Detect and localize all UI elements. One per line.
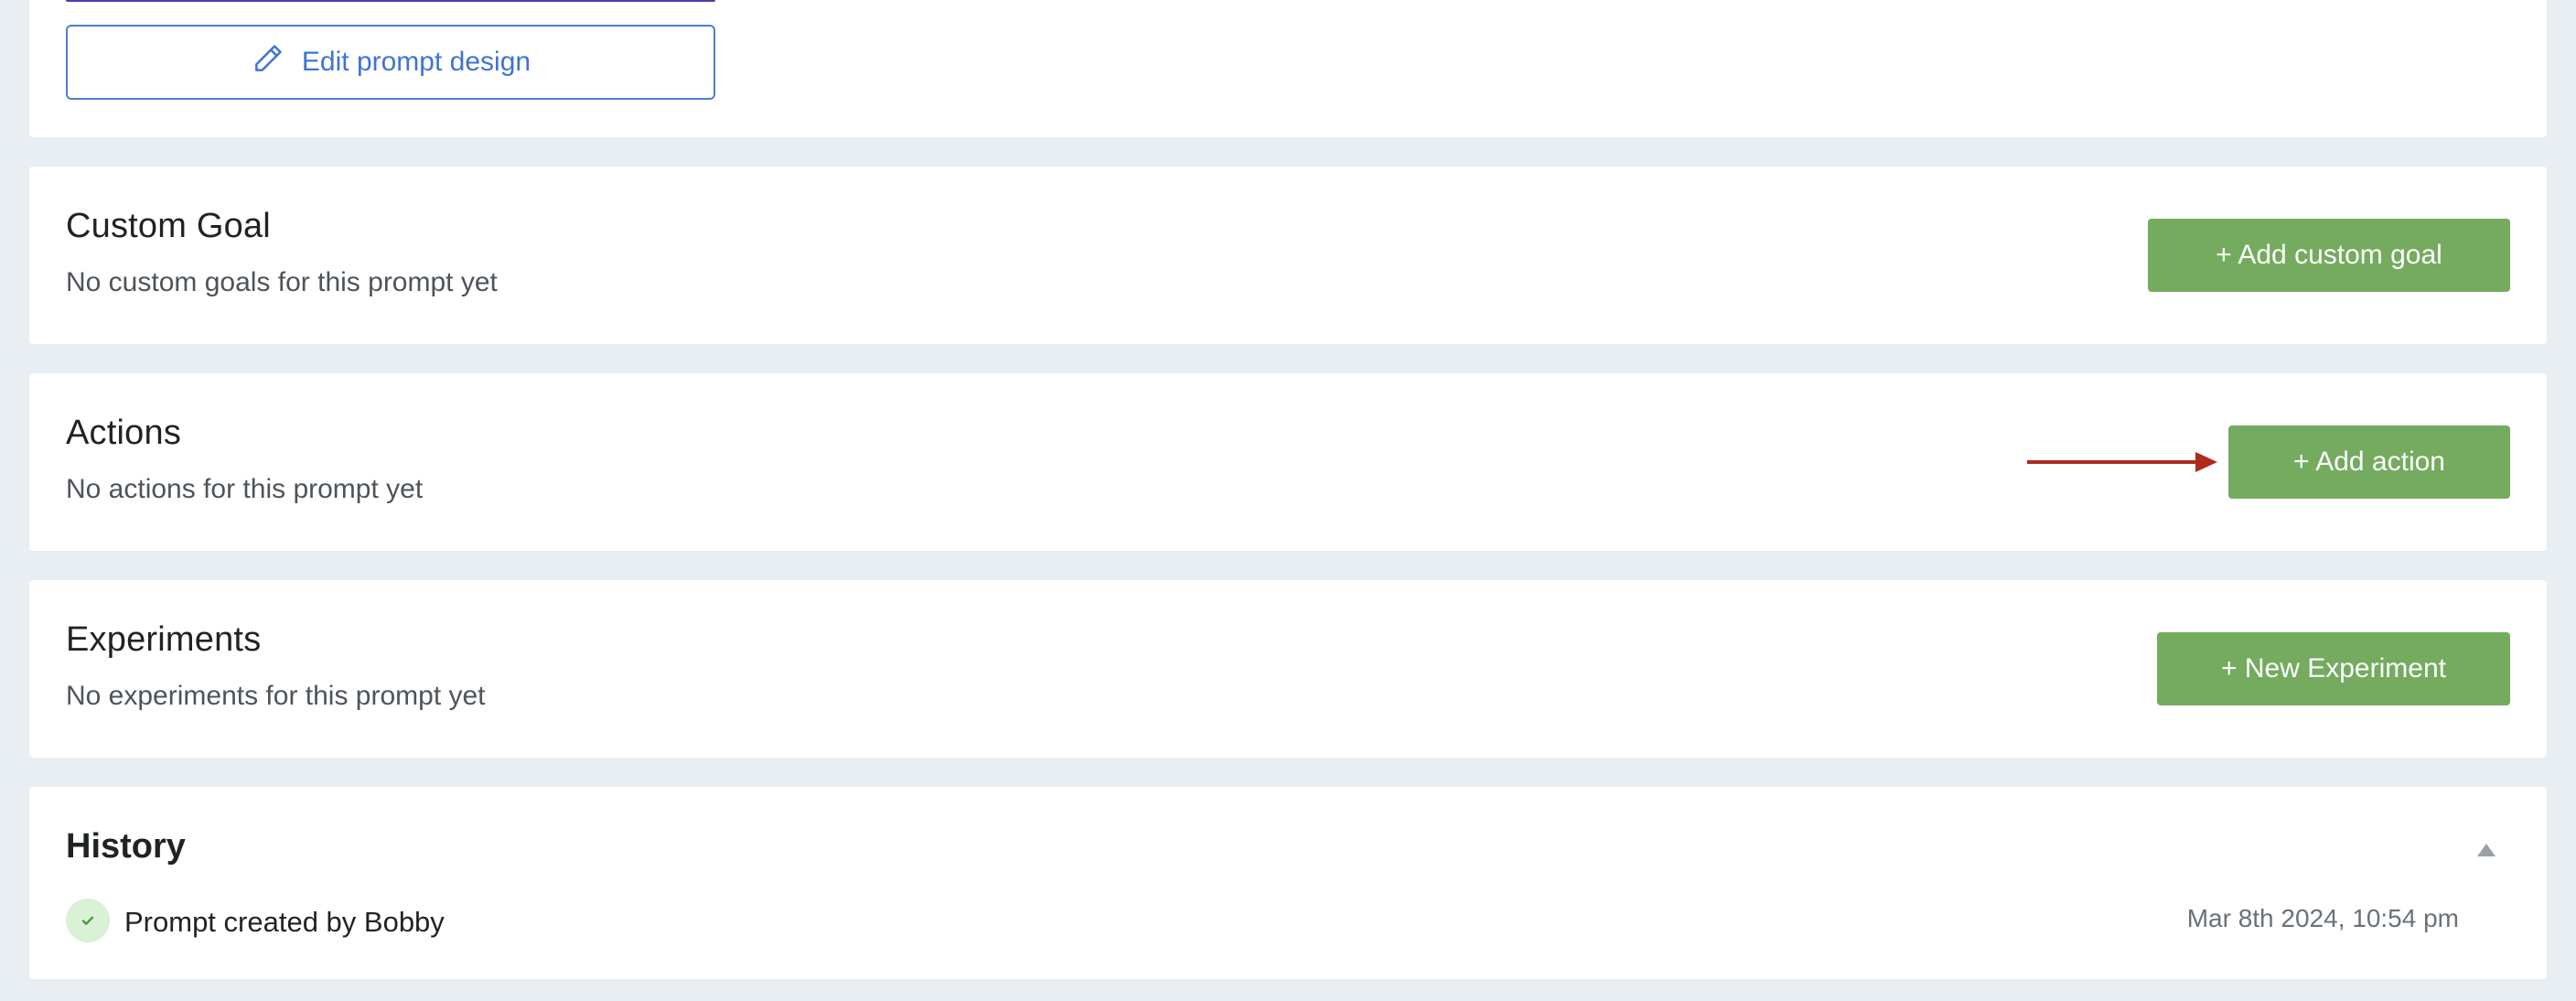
new-experiment-button[interactable]: + New Experiment [2157, 632, 2510, 705]
pencil-icon [251, 41, 285, 83]
custom-goal-empty-text: No custom goals for this prompt yet [66, 267, 498, 297]
collapse-triangle-icon[interactable] [2477, 844, 2496, 856]
actions-card: Actions No actions for this prompt yet +… [29, 373, 2547, 551]
prompt-design-card: Edit prompt design [29, 0, 2547, 137]
history-entry: Prompt created by Bobby Mar 8th 2024, 10… [66, 899, 2510, 942]
primary-button-edge [66, 0, 715, 2]
history-title: History [66, 827, 186, 866]
annotation-arrow-icon [2027, 452, 2217, 472]
edit-prompt-design-button[interactable]: Edit prompt design [66, 25, 715, 100]
history-entry-timestamp: Mar 8th 2024, 10:54 pm [2186, 904, 2459, 932]
actions-empty-text: No actions for this prompt yet [66, 474, 424, 504]
experiments-title: Experiments [66, 620, 262, 659]
actions-title: Actions [66, 414, 182, 452]
experiments-card: Experiments No experiments for this prom… [29, 580, 2547, 758]
history-entry-text: Prompt created by Bobby [124, 906, 445, 938]
edit-prompt-design-label: Edit prompt design [301, 47, 531, 77]
custom-goal-card: Custom Goal No custom goals for this pro… [29, 167, 2547, 344]
add-action-button[interactable]: + Add action [2228, 425, 2510, 499]
experiments-empty-text: No experiments for this prompt yet [66, 681, 486, 711]
check-icon [66, 899, 110, 942]
history-card: History Prompt created by Bobby Mar 8th … [29, 787, 2547, 979]
custom-goal-title: Custom Goal [66, 207, 271, 245]
add-custom-goal-button[interactable]: + Add custom goal [2148, 219, 2510, 292]
